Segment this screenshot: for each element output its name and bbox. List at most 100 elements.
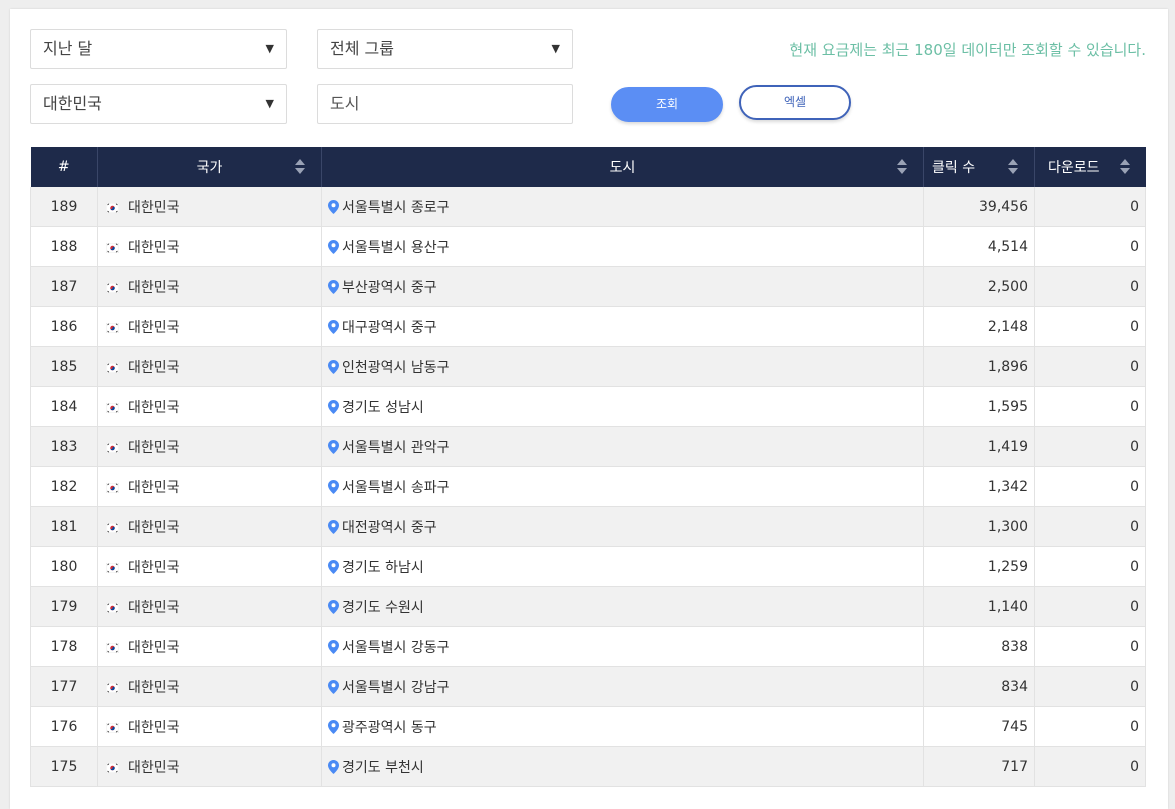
row-downloads: 0 <box>1034 546 1146 587</box>
row-country-label: 대한민국 <box>128 599 180 616</box>
row-city-label: 인천광역시 남동구 <box>342 359 450 376</box>
table-row: 186 대한민국 대구광역시 중구 2,148 0 <box>30 306 1146 347</box>
korea-flag-icon <box>105 441 120 453</box>
row-city: 대전광역시 중구 <box>321 506 924 547</box>
excel-button[interactable]: 엑셀 <box>739 85 851 120</box>
location-pin-icon <box>328 759 339 774</box>
row-city: 서울특별시 관악구 <box>321 426 924 467</box>
chevron-down-icon: ▼ <box>265 97 274 110</box>
korea-flag-icon <box>105 561 120 573</box>
row-downloads: 0 <box>1034 666 1146 707</box>
table-row: 179 대한민국 경기도 수원시 1,140 0 <box>30 586 1146 627</box>
group-select[interactable]: 전체 그룹 ▼ <box>317 29 573 69</box>
sort-icon[interactable] <box>1008 159 1018 175</box>
row-city-label: 서울특별시 강남구 <box>342 679 450 696</box>
row-clicks: 1,259 <box>923 546 1035 587</box>
row-index: 180 <box>30 546 98 587</box>
row-country: 대한민국 <box>97 386 322 427</box>
row-downloads: 0 <box>1034 626 1146 667</box>
row-index: 179 <box>30 586 98 627</box>
content-card: 지난 달 ▼ 전체 그룹 ▼ 현재 요금제는 최근 180일 데이터만 조회할 … <box>10 9 1168 809</box>
row-downloads: 0 <box>1034 346 1146 387</box>
korea-flag-icon <box>105 481 120 493</box>
row-city-label: 대구광역시 중구 <box>342 319 437 336</box>
sort-icon[interactable] <box>295 159 305 175</box>
row-country-label: 대한민국 <box>128 639 180 656</box>
sort-icon[interactable] <box>1119 159 1130 175</box>
query-button[interactable]: 조회 <box>611 87 723 122</box>
row-country-label: 대한민국 <box>128 279 180 296</box>
row-index: 176 <box>30 706 98 747</box>
row-downloads: 0 <box>1034 266 1146 307</box>
row-country: 대한민국 <box>97 506 322 547</box>
korea-flag-icon <box>105 201 120 213</box>
location-pin-icon <box>328 439 339 454</box>
row-index: 182 <box>30 466 98 507</box>
row-city-label: 광주광역시 동구 <box>342 719 437 736</box>
table-header-row: # 국가 도시 클릭 수 다운로드 <box>30 147 1146 187</box>
header-country[interactable]: 국가 <box>97 147 322 187</box>
row-city: 경기도 하남시 <box>321 546 924 587</box>
header-downloads[interactable]: 다운로드 <box>1034 147 1146 187</box>
location-pin-icon <box>328 519 339 534</box>
korea-flag-icon <box>105 681 120 693</box>
row-country-label: 대한민국 <box>128 359 180 376</box>
row-city-label: 경기도 성남시 <box>342 399 424 416</box>
row-country: 대한민국 <box>97 666 322 707</box>
row-country-label: 대한민국 <box>128 239 180 256</box>
table-row: 178 대한민국 서울특별시 강동구 838 0 <box>30 626 1146 667</box>
location-pin-icon <box>328 399 339 414</box>
row-country-label: 대한민국 <box>128 199 180 216</box>
row-index: 186 <box>30 306 98 347</box>
header-city-label: 도시 <box>609 160 636 176</box>
row-country: 대한민국 <box>97 266 322 307</box>
location-pin-icon <box>328 279 339 294</box>
row-city-label: 경기도 부천시 <box>342 759 424 776</box>
row-country: 대한민국 <box>97 426 322 467</box>
row-city: 서울특별시 강동구 <box>321 626 924 667</box>
row-city: 경기도 부천시 <box>321 746 924 787</box>
location-pin-icon <box>328 319 339 334</box>
row-country: 대한민국 <box>97 746 322 787</box>
location-pin-icon <box>328 359 339 374</box>
row-index: 175 <box>30 746 98 787</box>
row-index: 187 <box>30 266 98 307</box>
table-row: 185 대한민국 인천광역시 남동구 1,896 0 <box>30 346 1146 387</box>
row-country-label: 대한민국 <box>128 679 180 696</box>
row-country-label: 대한민국 <box>128 759 180 776</box>
city-input[interactable]: 도시 <box>317 84 573 124</box>
location-pin-icon <box>328 479 339 494</box>
row-downloads: 0 <box>1034 586 1146 627</box>
country-select[interactable]: 대한민국 ▼ <box>30 84 287 124</box>
row-country: 대한민국 <box>97 586 322 627</box>
row-city-label: 대전광역시 중구 <box>342 519 437 536</box>
location-pin-icon <box>328 639 339 654</box>
row-clicks: 1,300 <box>923 506 1035 547</box>
period-select[interactable]: 지난 달 ▼ <box>30 29 287 69</box>
row-country: 대한민국 <box>97 187 322 227</box>
header-city[interactable]: 도시 <box>321 147 924 187</box>
location-pin-icon <box>328 599 339 614</box>
row-country-label: 대한민국 <box>128 719 180 736</box>
chevron-down-icon: ▼ <box>551 42 560 55</box>
location-pin-icon <box>328 239 339 254</box>
row-downloads: 0 <box>1034 466 1146 507</box>
row-city-label: 경기도 하남시 <box>342 559 424 576</box>
group-select-value: 전체 그룹 <box>330 39 394 58</box>
country-select-value: 대한민국 <box>43 94 102 113</box>
korea-flag-icon <box>105 761 120 773</box>
korea-flag-icon <box>105 601 120 613</box>
row-downloads: 0 <box>1034 386 1146 427</box>
row-downloads: 0 <box>1034 506 1146 547</box>
row-clicks: 1,342 <box>923 466 1035 507</box>
location-pin-icon <box>328 719 339 734</box>
header-clicks[interactable]: 클릭 수 <box>923 147 1035 187</box>
row-clicks: 1,896 <box>923 346 1035 387</box>
table-row: 181 대한민국 대전광역시 중구 1,300 0 <box>30 506 1146 547</box>
sort-icon[interactable] <box>897 159 907 175</box>
korea-flag-icon <box>105 241 120 253</box>
plan-notice: 현재 요금제는 최근 180일 데이터만 조회할 수 있습니다. <box>789 41 1146 59</box>
row-downloads: 0 <box>1034 226 1146 267</box>
row-city: 경기도 성남시 <box>321 386 924 427</box>
row-country: 대한민국 <box>97 346 322 387</box>
